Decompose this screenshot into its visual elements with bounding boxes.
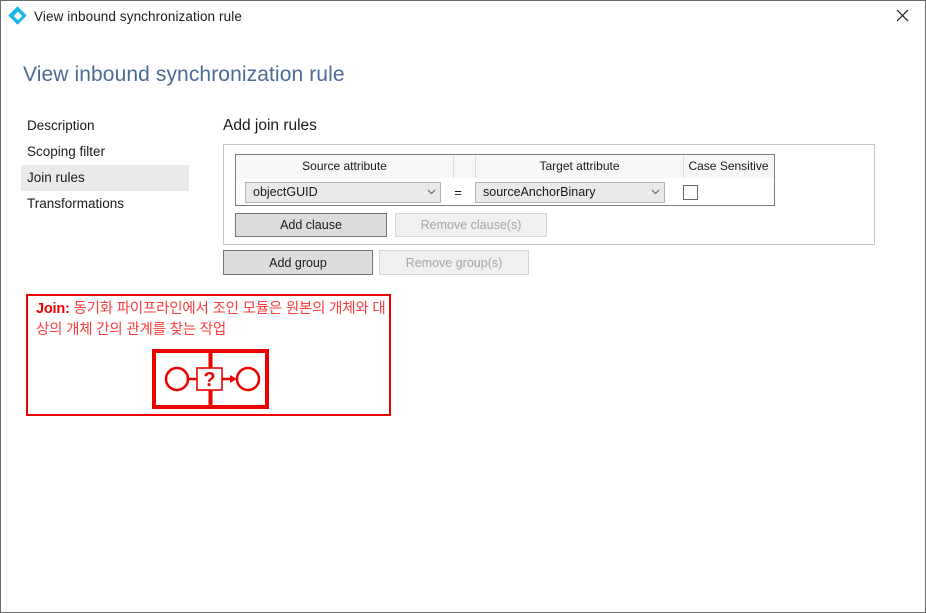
section-title: Add join rules [223, 117, 317, 134]
window-title: View inbound synchronization rule [34, 8, 242, 24]
chevron-down-icon [646, 183, 664, 202]
sidebar-nav: Description Scoping filter Join rules Tr… [21, 113, 189, 217]
column-header-operator [454, 155, 476, 178]
operator-symbol: = [454, 184, 462, 200]
close-icon[interactable] [880, 1, 925, 30]
remove-group-button: Remove group(s) [379, 250, 529, 275]
column-header-case-sensitive: Case Sensitive [684, 155, 773, 178]
target-attribute-value: sourceAnchorBinary [483, 185, 596, 199]
annotation-label: Join: [36, 301, 70, 317]
chevron-down-icon [422, 183, 440, 202]
title-bar: View inbound synchronization rule [1, 1, 925, 31]
sidebar-item-join-rules[interactable]: Join rules [21, 165, 189, 191]
column-header-target-attribute: Target attribute [476, 155, 684, 178]
footer-bar: < Previous Next > Save Cancel [1, 572, 925, 612]
join-module-diagram: ? [152, 349, 269, 409]
dialog-window: View inbound synchronization rule View i… [0, 0, 926, 613]
case-sensitive-cell [665, 184, 754, 200]
sidebar-item-scoping-filter[interactable]: Scoping filter [21, 139, 189, 165]
column-header-source-attribute: Source attribute [236, 155, 454, 178]
page-title: View inbound synchronization rule [23, 63, 345, 86]
svg-text:?: ? [203, 369, 215, 391]
annotation-box: Join: 동기화 파이프라인에서 조인 모듈은 원본의 개체와 대상의 개체 … [26, 294, 391, 416]
table-row: objectGUID = sourceAnchorBinary [236, 178, 774, 206]
source-attribute-select[interactable]: objectGUID [245, 181, 441, 203]
remove-clause-button: Remove clause(s) [395, 213, 547, 237]
annotation-body: 동기화 파이프라인에서 조인 모듈은 원본의 개체와 대상의 개체 간의 관계를… [36, 301, 386, 338]
diamond-sync-icon [8, 6, 27, 25]
clause-table: Source attribute Target attribute Case S… [235, 154, 775, 206]
source-attribute-value: objectGUID [253, 185, 318, 199]
sidebar-item-transformations[interactable]: Transformations [21, 191, 189, 217]
join-group-panel: Source attribute Target attribute Case S… [223, 144, 875, 245]
add-group-button[interactable]: Add group [223, 250, 373, 275]
clause-table-header-row: Source attribute Target attribute Case S… [236, 155, 774, 178]
annotation-text: Join: 동기화 파이프라인에서 조인 모듈은 원본의 개체와 대상의 개체 … [36, 299, 386, 341]
case-sensitive-checkbox[interactable] [683, 184, 698, 200]
target-attribute-select[interactable]: sourceAnchorBinary [475, 181, 665, 203]
sidebar-item-description[interactable]: Description [21, 113, 189, 139]
add-clause-button[interactable]: Add clause [235, 213, 387, 237]
